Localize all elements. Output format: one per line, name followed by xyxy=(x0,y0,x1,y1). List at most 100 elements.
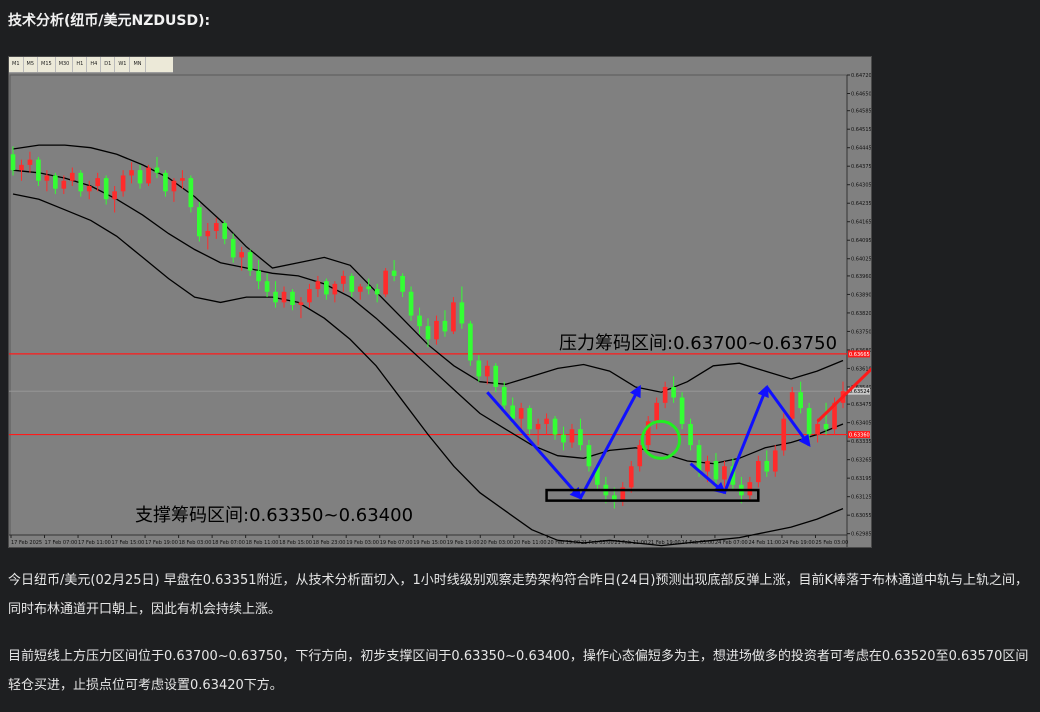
candle xyxy=(222,220,228,245)
y-tick-label: 0.63265 xyxy=(851,458,871,464)
current-price-label: 0.63524 xyxy=(849,389,870,395)
candle-body xyxy=(44,175,50,181)
candle-body xyxy=(459,302,465,324)
candle xyxy=(484,360,490,385)
candle xyxy=(27,151,33,173)
candle xyxy=(493,363,499,393)
candle xyxy=(764,450,770,477)
candlestick-chart[interactable]: 0.64720 0.64650 0.64585 0.64515 0.64445 0.643… xyxy=(9,57,871,547)
candle xyxy=(679,392,685,430)
candle-body xyxy=(247,252,253,271)
candle xyxy=(654,397,660,430)
candle xyxy=(213,217,219,239)
y-tick-label: 0.63195 xyxy=(851,476,871,482)
y-tick-label: 0.64025 xyxy=(851,257,871,263)
candle xyxy=(86,180,92,200)
candle-body xyxy=(654,402,660,422)
candle-body xyxy=(10,154,16,171)
y-tick-label: 0.63335 xyxy=(851,439,871,445)
candle-body xyxy=(815,423,820,435)
y-tick-label: 0.63890 xyxy=(851,292,871,298)
candle-body xyxy=(628,466,634,488)
candle-body xyxy=(518,408,524,419)
candle xyxy=(561,426,566,451)
candle-body xyxy=(383,270,388,295)
candle-body xyxy=(349,275,355,292)
candle xyxy=(357,283,363,300)
candle xyxy=(273,281,278,308)
candle xyxy=(417,307,422,335)
candle-body xyxy=(425,326,431,340)
candle xyxy=(264,273,270,298)
candle-body xyxy=(662,386,668,403)
candle xyxy=(671,376,676,403)
y-tick-label: 0.64235 xyxy=(851,201,871,207)
x-tick-label: 18 Feb 23:00 xyxy=(313,540,346,546)
candle-body xyxy=(205,230,211,237)
candle-body xyxy=(755,460,761,483)
candle xyxy=(180,170,185,189)
candle xyxy=(256,260,261,290)
candle xyxy=(772,445,778,477)
candle xyxy=(120,170,126,197)
candle xyxy=(781,413,787,456)
candle-body xyxy=(112,191,117,200)
x-tick-label: 17 Feb 11:00 xyxy=(78,540,111,546)
candle xyxy=(518,402,524,430)
candle-body xyxy=(154,167,160,173)
support-zone-label: 支撑筹码区间:0.63350~0.63400 xyxy=(135,505,413,526)
candle-body xyxy=(188,178,194,208)
x-tick-label: 18 Feb 07:00 xyxy=(212,540,245,546)
candle-body xyxy=(772,450,778,472)
candle-body xyxy=(180,178,185,181)
candle-body xyxy=(552,418,558,435)
horizontal-line-label: 0.63360 xyxy=(849,433,870,439)
candle-body xyxy=(222,223,228,239)
candle-body xyxy=(129,170,134,176)
candle xyxy=(332,281,338,303)
candle xyxy=(137,164,143,189)
candle-body xyxy=(332,283,338,295)
candle xyxy=(154,156,160,179)
candle xyxy=(722,460,727,488)
candle-body xyxy=(366,286,372,290)
candle-body xyxy=(391,270,397,276)
candle-body xyxy=(27,159,33,165)
candle-body xyxy=(239,252,245,258)
analysis-paragraph-2: 目前短线上方压力区间位于0.63700~0.63750，下行方向，初步支撑区间于… xyxy=(8,649,1029,693)
candle-body xyxy=(476,360,482,377)
candle-body xyxy=(434,320,439,340)
candle-body xyxy=(324,281,329,295)
candle xyxy=(527,405,532,435)
candle-body xyxy=(679,397,685,424)
analysis-paragraph-1: 今日纽币/美元(02月25日) 早盘在0.63351附近，从技术分析面切入，1小… xyxy=(8,573,1028,617)
x-tick-label: 19 Feb 07:00 xyxy=(380,540,413,546)
candle-body xyxy=(61,180,67,189)
candle xyxy=(315,275,321,298)
candle xyxy=(374,283,380,303)
y-tick-label: 0.64305 xyxy=(851,183,871,189)
forecast-arrow xyxy=(486,391,583,500)
candle xyxy=(645,416,651,451)
candle xyxy=(434,315,439,345)
chart-panel[interactable]: M1 M5 M15 M30 H1 H4 D1 W1 MN 0.64720 0.64… xyxy=(8,56,872,548)
candle xyxy=(290,289,295,311)
x-tick-label: 17 Feb 19:00 xyxy=(145,540,178,546)
candle-body xyxy=(281,291,287,303)
candle xyxy=(476,355,482,382)
candle-body xyxy=(357,286,363,292)
candle-body xyxy=(722,466,727,480)
candle-body xyxy=(493,365,499,387)
candle xyxy=(230,233,236,263)
candle-body xyxy=(442,320,448,332)
x-tick-label: 17 Feb 2025 xyxy=(11,540,42,546)
candle xyxy=(408,286,414,321)
horizontal-line-label: 0.63665 xyxy=(849,352,870,358)
candle xyxy=(544,413,549,435)
resistance-zone-label: 压力筹码区间:0.63700~0.63750 xyxy=(559,333,837,354)
x-tick-label: 24 Feb 07:00 xyxy=(715,540,748,546)
y-tick-label: 0.63055 xyxy=(851,513,871,519)
candle-body xyxy=(264,281,270,292)
candle xyxy=(391,260,397,282)
candle xyxy=(578,418,583,451)
